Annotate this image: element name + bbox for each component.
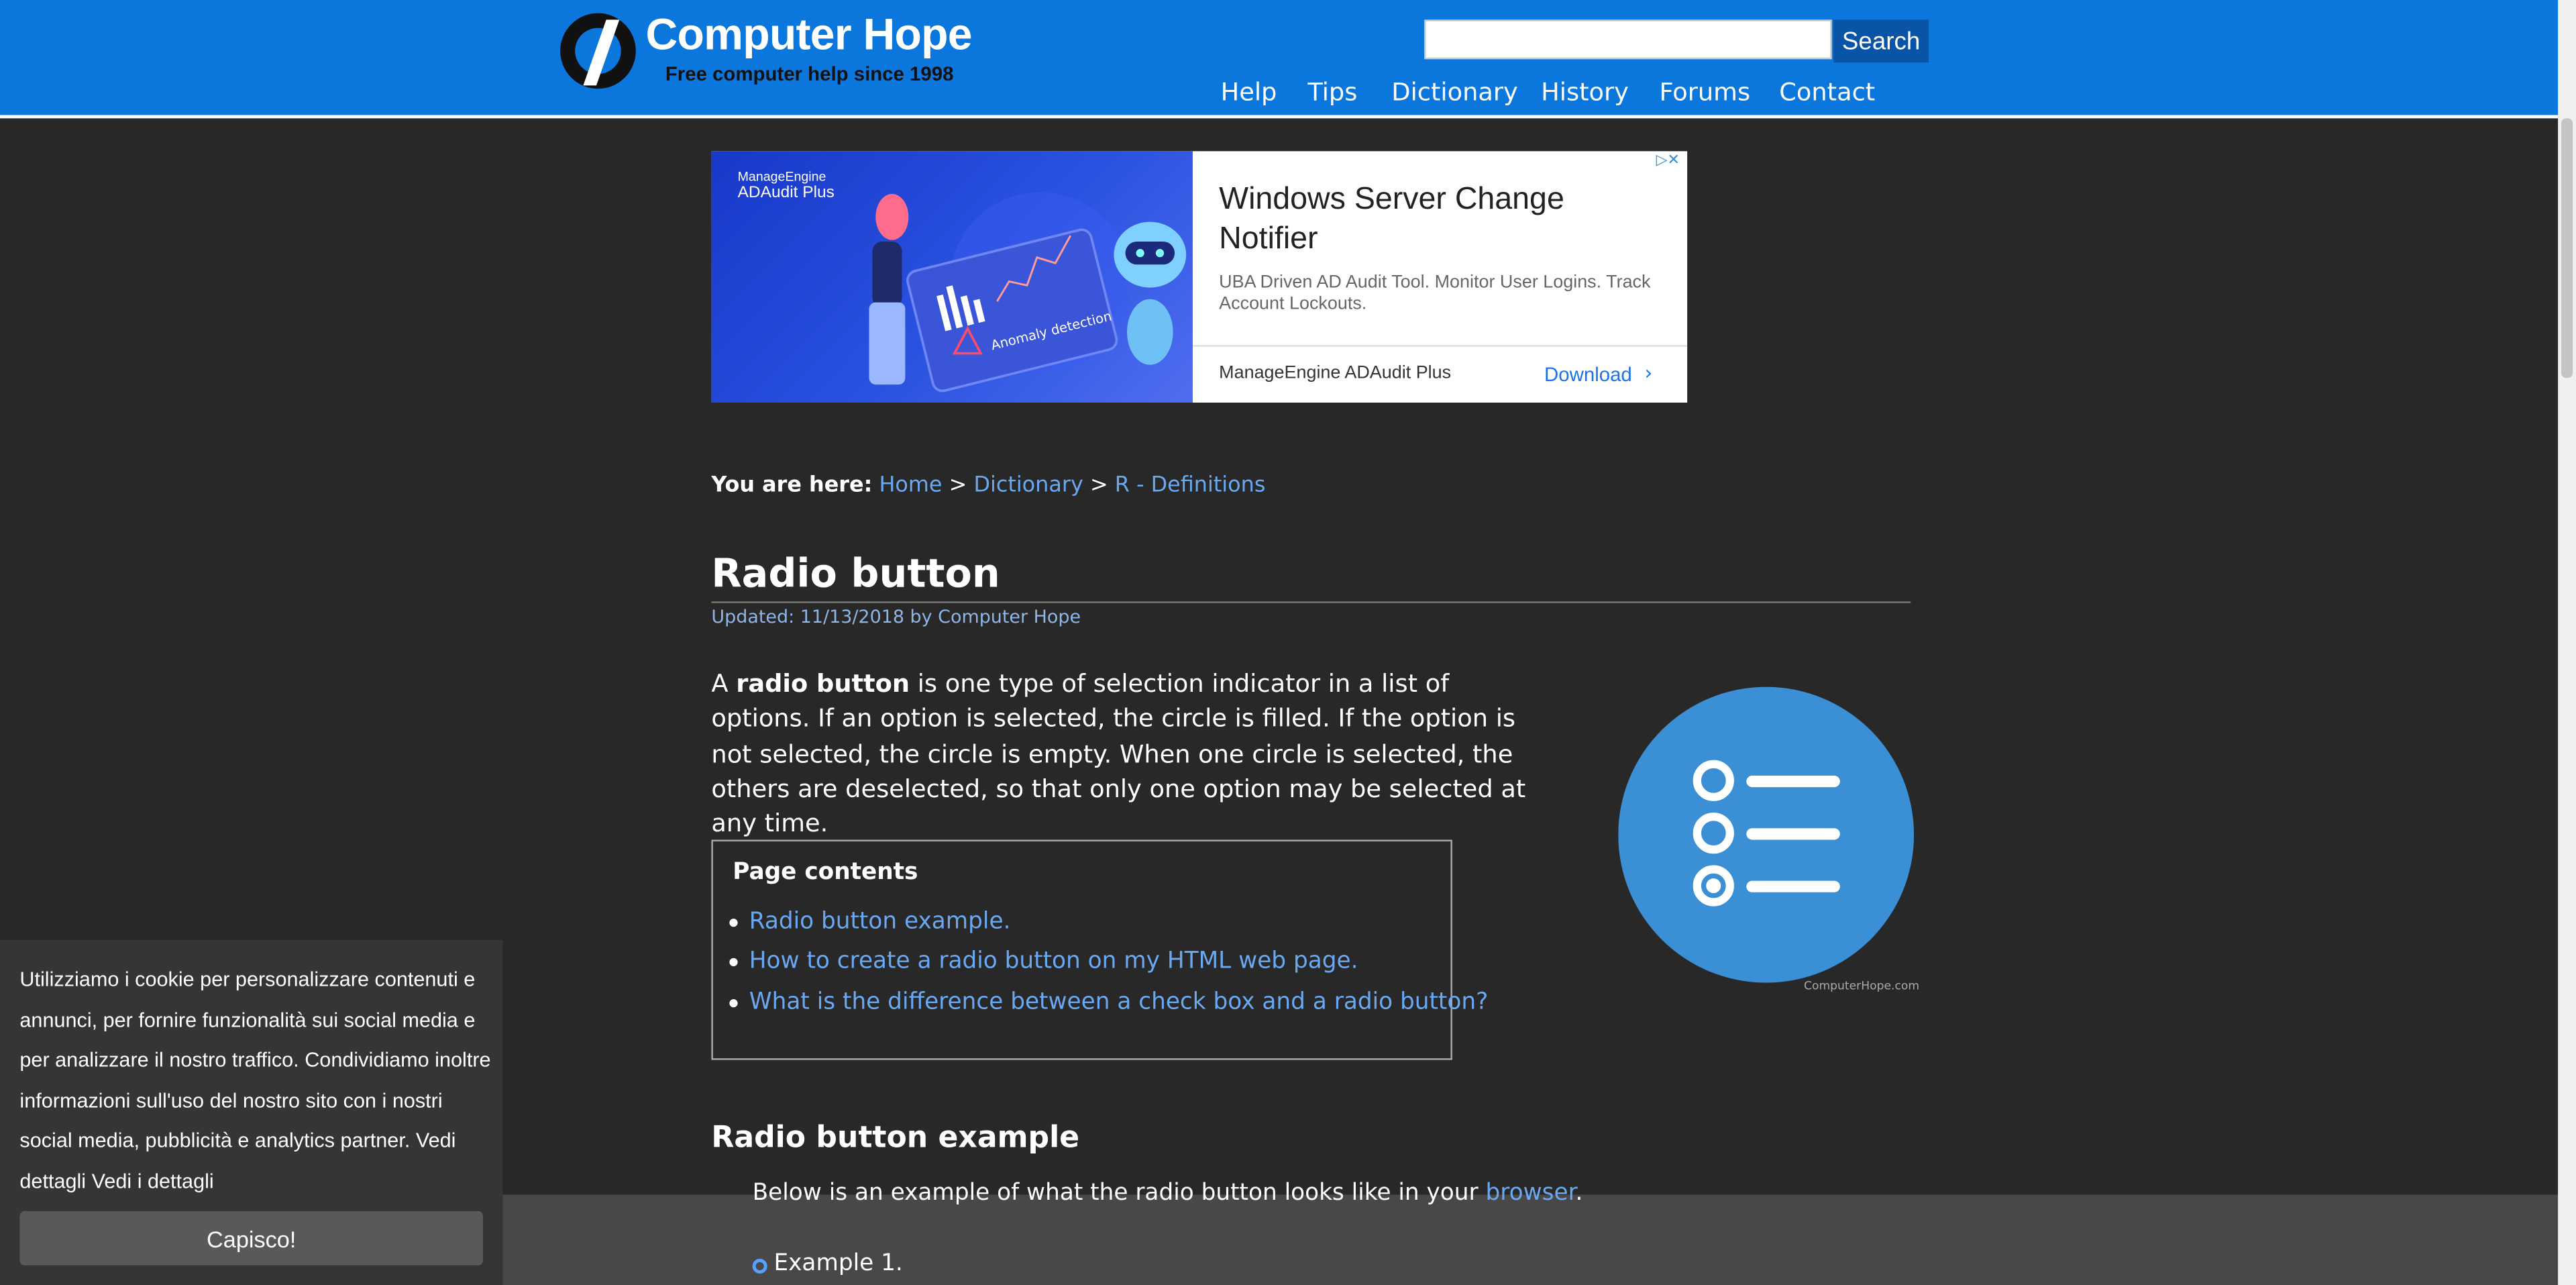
logo-tagline: Free computer help since 1998 [665, 62, 954, 86]
example-text-b: . [1575, 1180, 1583, 1206]
breadcrumb-separator: > [949, 473, 967, 499]
toc-item[interactable]: Radio button example. [729, 909, 1010, 935]
breadcrumb-r-definitions[interactable]: R - Definitions [1115, 473, 1266, 498]
page-contents: Page contents Radio button example. How … [711, 839, 1488, 1060]
advertisement[interactable]: ManageEngine ADAudit Plus Anomaly detect… [711, 151, 1688, 403]
nav-forums[interactable]: Forums [1659, 77, 1750, 107]
nav-help[interactable]: Help [1221, 77, 1277, 107]
bullet-icon [729, 998, 738, 1007]
nav-contact[interactable]: Contact [1779, 77, 1875, 107]
section-heading: Radio button example [711, 1121, 1080, 1155]
toc-item[interactable]: How to create a radio button on my HTML … [729, 948, 1358, 974]
example-radio-label[interactable]: Example 1. [773, 1251, 902, 1277]
adchoices-icon[interactable]: ▷✕ [1656, 153, 1680, 169]
page-title: Radio button [711, 550, 1000, 597]
toc-link[interactable]: What is the difference between a check b… [749, 989, 1489, 1015]
example-radio-button[interactable] [752, 1258, 767, 1274]
breadcrumb-dictionary[interactable]: Dictionary [973, 473, 1083, 498]
intro-bold-term: radio button [736, 668, 910, 699]
cookie-message: Utilizziamo i cookie per personalizzare … [19, 968, 491, 1192]
cookie-banner: Utilizziamo i cookie per personalizzare … [0, 939, 503, 1285]
toc-item[interactable]: What is the difference between a check b… [729, 989, 1488, 1015]
ad-headline[interactable]: Windows Server Change Notifier [1219, 181, 1629, 260]
cookie-accept-button[interactable]: Capisco! [19, 1211, 484, 1266]
intro-paragraph: A radio button is one type of selection … [711, 667, 1549, 842]
ad-advertiser[interactable]: ManageEngine ADAudit Plus [1219, 363, 1451, 382]
site-header: Computer Hope Free computer help since 1… [0, 0, 2559, 119]
intro-text-a: A [711, 668, 737, 699]
scrollbar[interactable] [2558, 0, 2576, 1285]
search-input[interactable] [1424, 19, 1832, 60]
ad-body: UBA Driven AD Audit Tool. Monitor User L… [1219, 272, 1651, 314]
ad-download-link[interactable]: Download [1544, 363, 1632, 386]
nav-history[interactable]: History [1541, 77, 1629, 107]
toc-link[interactable]: Radio button example. [749, 909, 1011, 935]
search-button[interactable]: Search [1833, 19, 1929, 63]
toc-link[interactable]: How to create a radio button on my HTML … [749, 948, 1358, 974]
scrollbar-thumb[interactable] [2561, 118, 2573, 378]
ad-image[interactable]: ManageEngine ADAudit Plus Anomaly detect… [711, 151, 1193, 403]
page-contents-heading: Page contents [733, 859, 918, 886]
breadcrumb-label: You are here: [711, 473, 873, 499]
breadcrumb: You are here: Home > Dictionary > R - De… [711, 473, 1265, 498]
ad-divider [1192, 345, 1688, 347]
example-description: Below is an example of what the radio bu… [753, 1180, 1583, 1206]
bullet-icon [729, 957, 738, 966]
chevron-right-icon[interactable]: › [1644, 362, 1652, 384]
title-divider [711, 601, 1911, 603]
bullet-icon [729, 917, 738, 927]
page: Computer Hope Free computer help since 1… [0, 0, 2576, 1285]
nav-tips[interactable]: Tips [1307, 77, 1357, 107]
ad-illustration: Anomaly detection [869, 192, 1187, 393]
figure-caption: ComputerHope.com [1804, 979, 1920, 993]
breadcrumb-home[interactable]: Home [879, 473, 942, 498]
cookie-details-link[interactable]: Vedi i dettagli [92, 1169, 214, 1192]
radio-button-list-icon [1618, 686, 1915, 983]
example-text-a: Below is an example of what the radio bu… [752, 1180, 1486, 1206]
logo-icon[interactable] [557, 10, 639, 92]
nav-dictionary[interactable]: Dictionary [1391, 77, 1517, 107]
updated-info[interactable]: Updated: 11/13/2018 by Computer Hope [711, 607, 1081, 628]
cookie-text: Utilizziamo i cookie per personalizzare … [19, 960, 496, 1201]
breadcrumb-separator: > [1089, 473, 1108, 499]
browser-link[interactable]: browser [1486, 1180, 1576, 1206]
logo-title[interactable]: Computer Hope [645, 10, 972, 61]
